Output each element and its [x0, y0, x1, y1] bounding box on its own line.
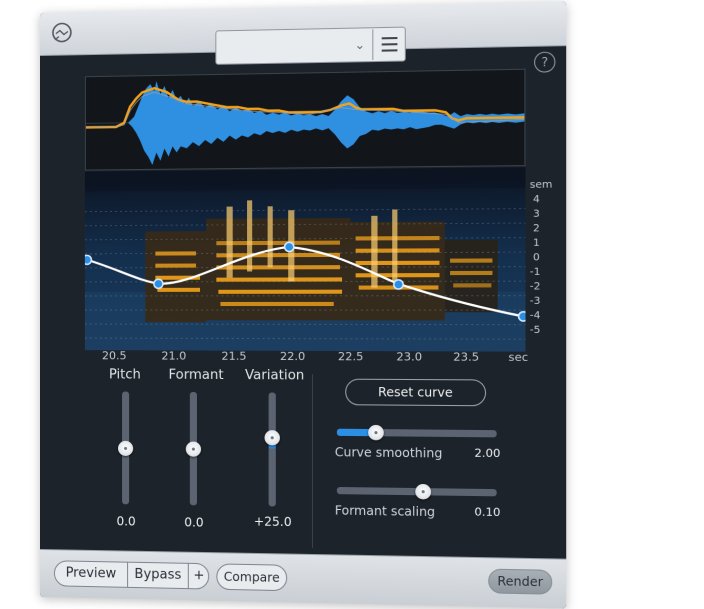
- curve-smoothing-value: 2.00: [474, 446, 500, 460]
- compare-button[interactable]: Compare: [216, 563, 287, 591]
- curve-point[interactable]: [285, 242, 294, 251]
- curve-point[interactable]: [519, 312, 526, 321]
- semitone-tick: 0: [533, 252, 540, 263]
- add-button[interactable]: +: [189, 564, 209, 589]
- panel-divider: [312, 374, 313, 547]
- curve-point[interactable]: [394, 280, 403, 289]
- semitone-tick: 1: [533, 238, 540, 249]
- menu-icon-bar: [382, 43, 398, 45]
- spectrogram-graphic: [85, 167, 526, 351]
- waveform-graphic: [86, 70, 525, 170]
- formant-scaling-value: 0.10: [474, 505, 500, 519]
- bypass-button[interactable]: Bypass: [128, 563, 188, 588]
- semitone-tick: 2: [533, 223, 540, 234]
- spectrogram-display[interactable]: [85, 167, 526, 351]
- semitone-tick: -3: [530, 296, 541, 307]
- semitone-tick: -2: [530, 281, 541, 292]
- variation-slider[interactable]: [269, 392, 276, 506]
- menu-button[interactable]: [372, 29, 404, 60]
- menu-icon: [382, 37, 398, 39]
- curve-point[interactable]: [154, 279, 163, 288]
- footer-bar: Preview Bypass + Compare Render: [40, 549, 566, 609]
- time-tick: 22.5: [338, 350, 364, 363]
- semitone-tick: 4: [533, 194, 540, 205]
- time-tick: 23.0: [396, 350, 422, 363]
- variation-value: +25.0: [247, 514, 298, 529]
- pitch-slider-knob[interactable]: [118, 440, 133, 455]
- semitone-tick: -4: [530, 310, 541, 321]
- time-tick: 20.5: [102, 349, 127, 362]
- curve-point[interactable]: [85, 255, 92, 264]
- curve-smoothing-knob[interactable]: [368, 425, 384, 441]
- preview-button[interactable]: Preview: [55, 561, 127, 587]
- time-tick: 23.5: [453, 350, 479, 364]
- preview-bypass-group: Preview Bypass +: [54, 560, 209, 589]
- formant-slider-knob[interactable]: [186, 441, 201, 456]
- menu-icon-bar: [382, 49, 398, 51]
- waveform-overview[interactable]: [85, 69, 526, 171]
- semitone-tick: -5: [530, 325, 541, 336]
- help-button[interactable]: ?: [534, 52, 555, 73]
- semitone-tick: -1: [530, 267, 541, 278]
- variation-label: Variation: [245, 368, 304, 384]
- time-tick: 22.0: [280, 350, 305, 363]
- variation-slider-knob[interactable]: [265, 430, 280, 445]
- reset-curve-button[interactable]: Reset curve: [345, 379, 486, 407]
- formant-value: 0.0: [174, 515, 215, 530]
- time-tick: 21.0: [161, 349, 186, 362]
- semitone-tick: 3: [533, 209, 540, 220]
- curve-smoothing-label: Curve smoothing: [335, 445, 443, 461]
- plugin-window: ⌄ ?: [40, 1, 566, 608]
- chevron-down-icon: ⌄: [354, 38, 364, 53]
- time-unit-label: sec: [508, 351, 528, 365]
- formant-scaling-label: Formant scaling: [335, 503, 435, 519]
- logo-icon: [51, 21, 73, 43]
- semitone-unit-label: sem: [530, 179, 553, 191]
- pitch-value: 0.0: [106, 514, 146, 529]
- pitch-label: Pitch: [109, 367, 141, 382]
- render-button[interactable]: Render: [488, 569, 552, 595]
- formant-label: Formant: [169, 368, 224, 383]
- time-tick: 21.5: [221, 350, 246, 363]
- formant-scaling-knob[interactable]: [416, 484, 432, 500]
